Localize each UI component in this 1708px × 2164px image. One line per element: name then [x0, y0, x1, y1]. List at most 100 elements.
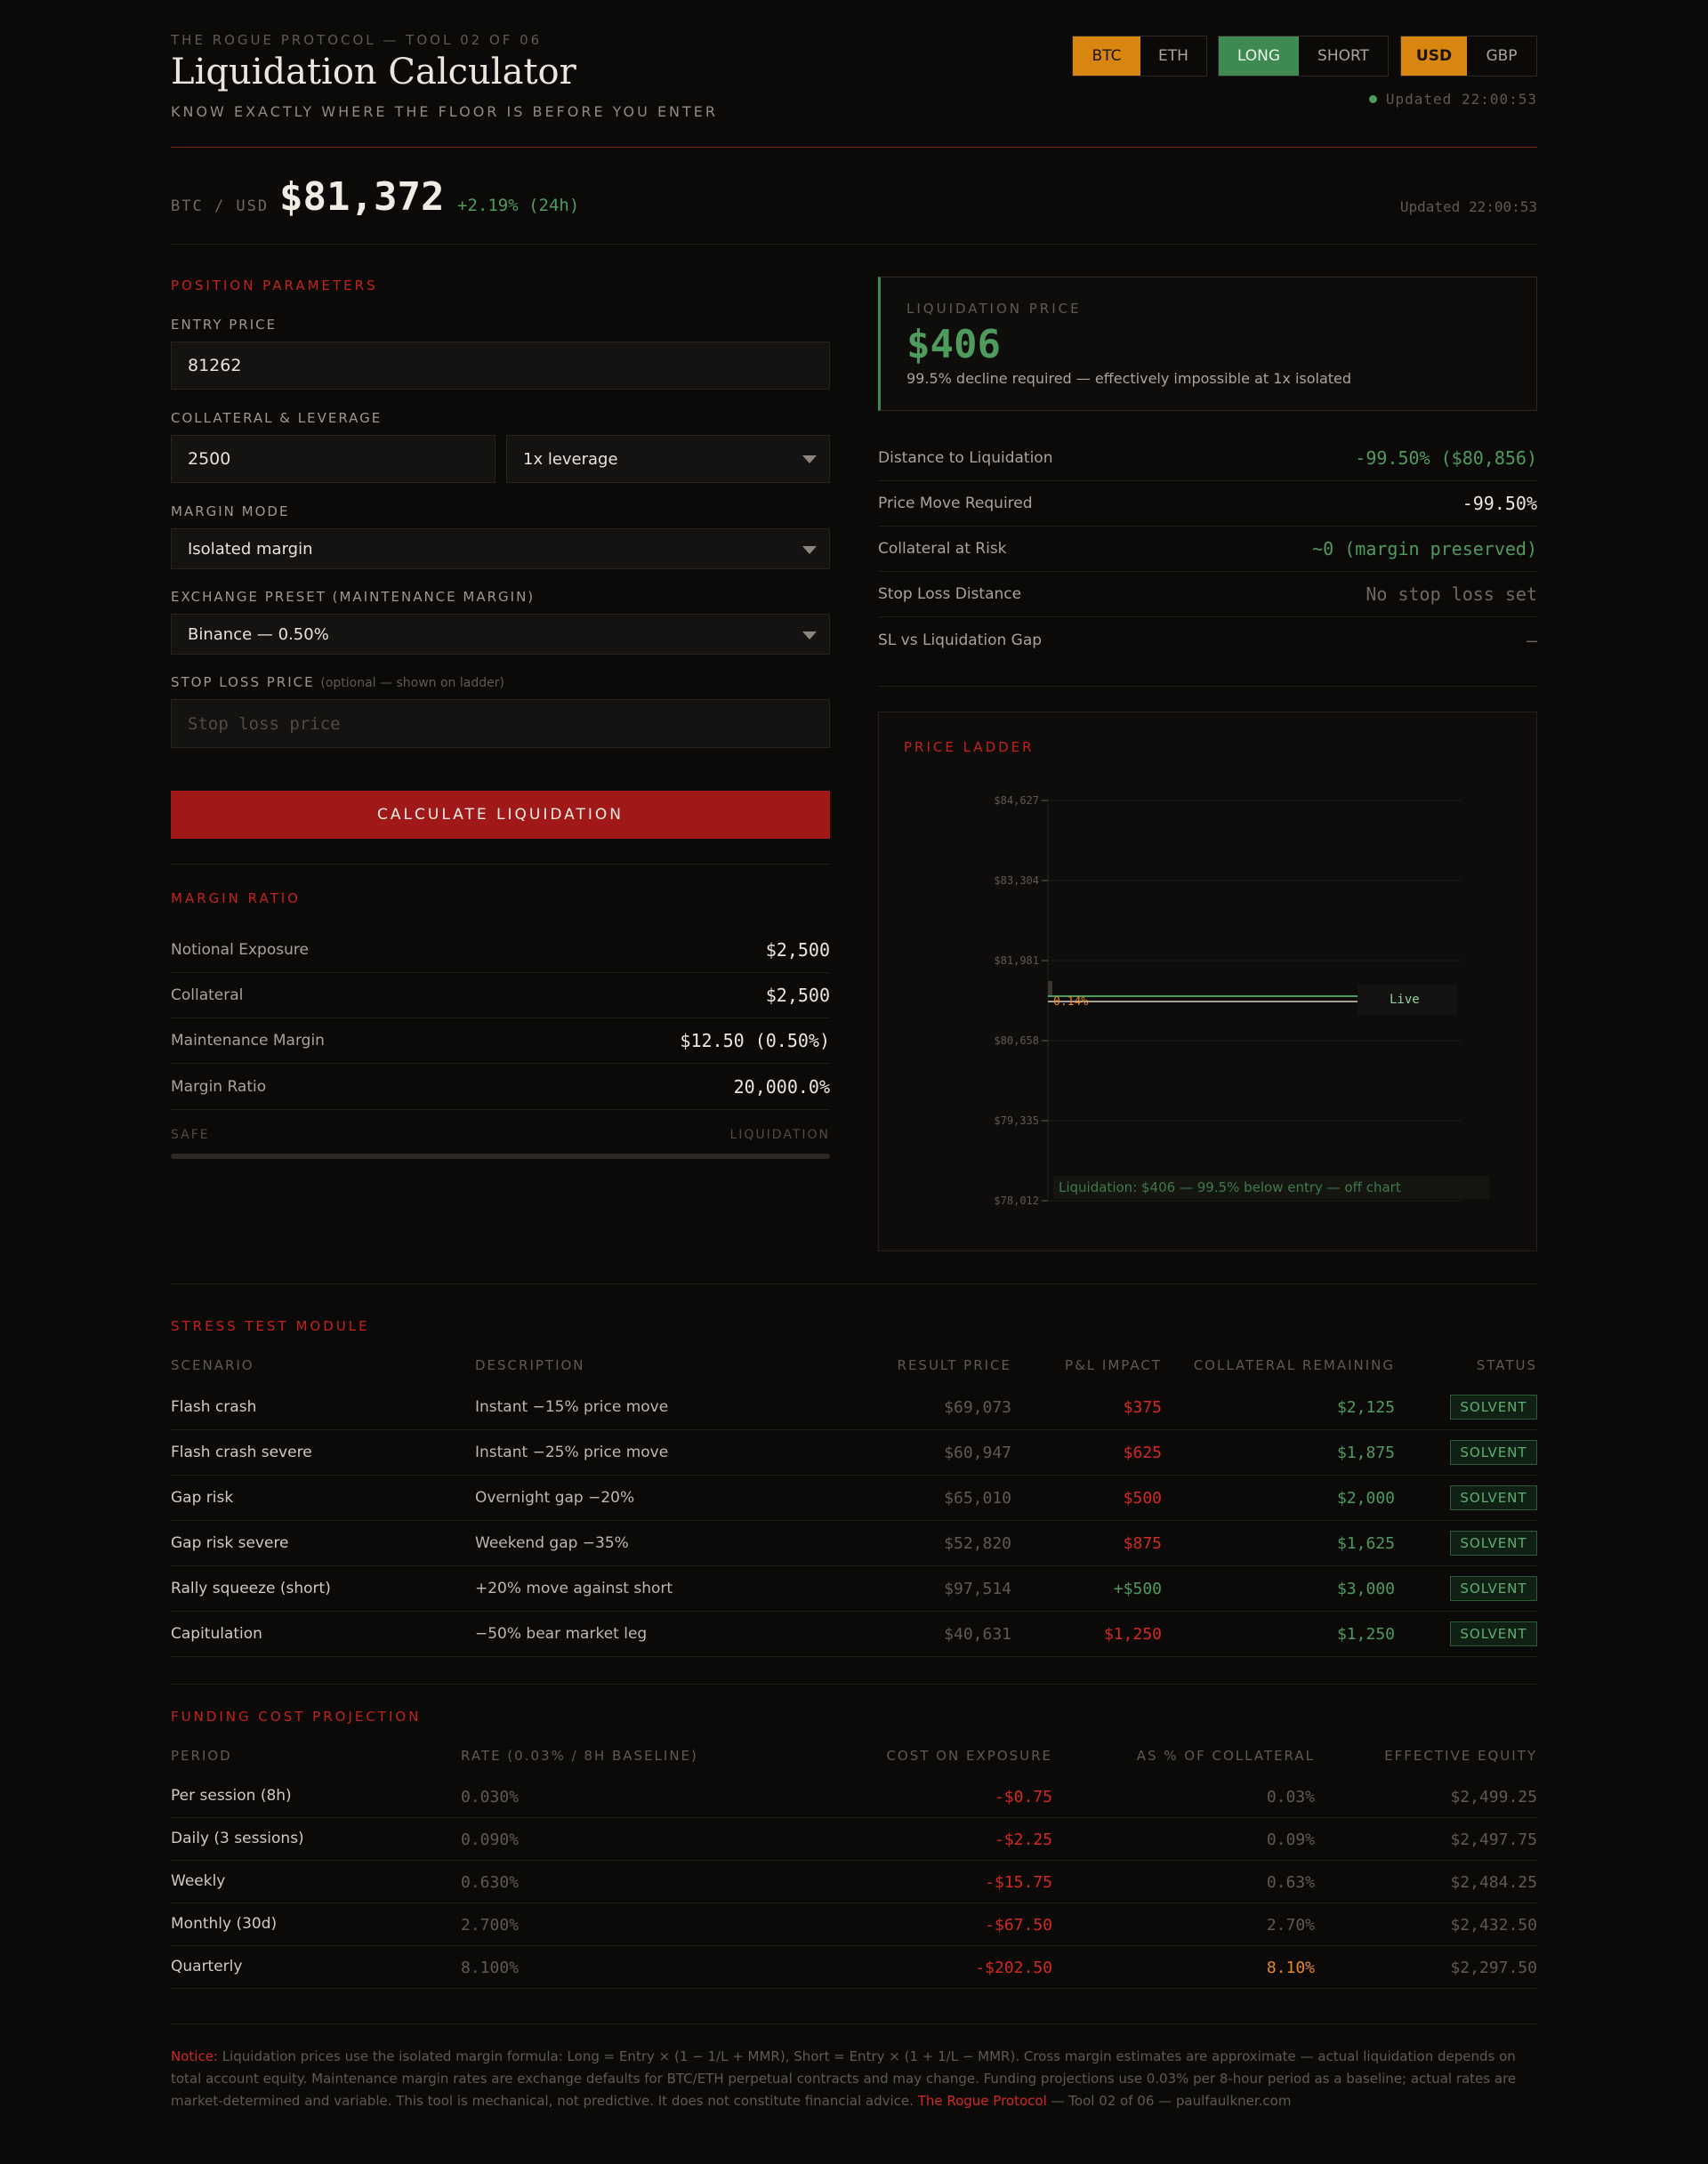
- section-margin-ratio: MARGIN RATIO: [171, 890, 301, 906]
- stress-description: Instant −15% price move: [475, 1398, 669, 1416]
- funding-row: Monthly (30d) 2.700% -$67.50 2.70% $2,43…: [171, 1903, 1537, 1946]
- stress-remaining: $2,125: [1336, 1398, 1395, 1417]
- stress-pnl: $375: [1123, 1398, 1162, 1417]
- stress-row: Flash crash severe Instant −25% price mo…: [171, 1430, 1537, 1476]
- stress-result-price: $60,947: [944, 1444, 1011, 1462]
- stress-pnl: $1,250: [1103, 1625, 1162, 1644]
- asset-btc-button[interactable]: BTC: [1073, 36, 1140, 76]
- divider: [171, 244, 1537, 245]
- margin-row-ratio: Margin Ratio 20,000.0%: [171, 1075, 830, 1098]
- entry-price-input[interactable]: 81262: [171, 342, 830, 390]
- leverage-select[interactable]: 1x leverage: [506, 435, 830, 483]
- ticker-pair: BTC / USD: [171, 197, 270, 215]
- stress-scenario: Flash crash severe: [171, 1444, 312, 1461]
- stress-description: +20% move against short: [475, 1580, 673, 1597]
- ladder-tick-label: $80,658: [994, 1034, 1039, 1047]
- stress-scenario: Rally squeeze (short): [171, 1580, 331, 1597]
- ticker-change: +2.19% (24h): [457, 196, 580, 215]
- stress-row: Rally squeeze (short) +20% move against …: [171, 1566, 1537, 1612]
- funding-cost: -$2.25: [994, 1830, 1052, 1849]
- funding-rate: 2.700%: [461, 1916, 520, 1935]
- funding-cost: -$15.75: [985, 1873, 1052, 1892]
- funding-cost: -$67.50: [985, 1916, 1052, 1935]
- ladder-entry-tag: 0.14%: [1053, 995, 1088, 1009]
- stress-description: Instant −25% price move: [475, 1444, 669, 1461]
- funding-pct: 8.10%: [1266, 1959, 1315, 1977]
- stress-header-status: STATUS: [1476, 1357, 1537, 1373]
- currency-usd-button[interactable]: USD: [1401, 36, 1467, 76]
- liq-row-stop-distance: Stop Loss Distance No stop loss set: [878, 572, 1537, 617]
- funding-header-pct: AS % OF COLLATERAL: [1136, 1748, 1315, 1764]
- status-badge: SOLVENT: [1450, 1531, 1537, 1556]
- stress-scenario: Gap risk: [171, 1489, 234, 1507]
- stress-remaining: $1,250: [1336, 1625, 1395, 1644]
- liquidation-price-card: LIQUIDATION PRICE $406 99.5% decline req…: [878, 277, 1537, 411]
- liquidation-price-label: LIQUIDATION PRICE: [906, 301, 1082, 317]
- funding-cost: -$202.50: [975, 1959, 1052, 1977]
- price-ladder-panel: PRICE LADDER $84,627 $83,304 $81,981 $80,65…: [878, 712, 1537, 1251]
- stop-loss-label: STOP LOSS PRICE (optional — shown on lad…: [171, 674, 504, 690]
- funding-header-period: PERIOD: [171, 1748, 232, 1764]
- liq-row-sl-gap: SL vs Liquidation Gap —: [878, 629, 1537, 651]
- ladder-tick-label: $83,304: [994, 874, 1039, 887]
- stress-pnl: $625: [1123, 1444, 1162, 1462]
- stress-header-description: DESCRIPTION: [475, 1357, 585, 1373]
- funding-equity: $2,499.25: [1450, 1788, 1537, 1806]
- legal-notice: Notice: Liquidation prices use the isola…: [171, 2048, 1517, 2109]
- funding-rate: 0.090%: [461, 1830, 520, 1849]
- margin-mode-label: MARGIN MODE: [171, 503, 290, 519]
- price-ladder-chart: $84,627 $83,304 $81,981 $80,658 $79,335 $78,0…: [994, 794, 1489, 1207]
- status-badge: SOLVENT: [1450, 1395, 1537, 1420]
- direction-toggle: LONG SHORT: [1218, 36, 1389, 76]
- funding-period: Quarterly: [171, 1958, 243, 1975]
- liquidation-price-desc: 99.5% decline required — effectively imp…: [906, 370, 1352, 387]
- funding-rate: 0.630%: [461, 1873, 520, 1892]
- margin-ratio-bar: [171, 1154, 830, 1159]
- status-badge: SOLVENT: [1450, 1485, 1537, 1510]
- stress-result-price: $52,820: [944, 1534, 1011, 1553]
- exchange-preset-select[interactable]: Binance — 0.50%: [171, 614, 830, 655]
- funding-equity: $2,484.25: [1450, 1873, 1537, 1892]
- stop-loss-input[interactable]: Stop loss price: [171, 699, 830, 748]
- stress-header-result: RESULT PRICE: [897, 1357, 1011, 1373]
- funding-pct: 0.03%: [1266, 1788, 1315, 1806]
- calculate-liquidation-button[interactable]: CALCULATE LIQUIDATION: [171, 791, 830, 839]
- status-badge: SOLVENT: [1450, 1621, 1537, 1646]
- divider: [171, 1283, 1537, 1284]
- margin-row-notional: Notional Exposure $2,500: [171, 928, 830, 973]
- entry-price-label: ENTRY PRICE: [171, 317, 278, 333]
- asset-eth-button[interactable]: ETH: [1140, 36, 1206, 76]
- stress-result-price: $97,514: [944, 1580, 1011, 1598]
- stress-header-scenario: SCENARIO: [171, 1357, 254, 1373]
- funding-period: Weekly: [171, 1872, 226, 1890]
- brand-link[interactable]: The Rogue Protocol: [918, 2093, 1047, 2109]
- funding-period: Monthly (30d): [171, 1915, 278, 1933]
- funding-pct: 0.63%: [1266, 1873, 1315, 1892]
- exchange-preset-label: EXCHANGE PRESET (MAINTENANCE MARGIN): [171, 589, 536, 605]
- currency-gbp-button[interactable]: GBP: [1467, 36, 1536, 76]
- page-subtitle: KNOW EXACTLY WHERE THE FLOOR IS BEFORE Y…: [171, 103, 719, 120]
- funding-header-equity: EFFECTIVE EQUITY: [1384, 1748, 1537, 1764]
- direction-long-button[interactable]: LONG: [1219, 36, 1299, 76]
- liq-row-move: Price Move Required -99.50%: [878, 481, 1537, 527]
- stress-result-price: $65,010: [944, 1489, 1011, 1508]
- direction-short-button[interactable]: SHORT: [1299, 36, 1388, 76]
- section-position-parameters: POSITION PARAMETERS: [171, 278, 378, 294]
- divider: [878, 686, 1537, 687]
- stress-pnl: $500: [1123, 1489, 1162, 1508]
- liq-row-distance: Distance to Liquidation -99.50% ($80,856): [878, 436, 1537, 481]
- margin-mode-select[interactable]: Isolated margin: [171, 528, 830, 569]
- divider: [171, 1684, 1537, 1685]
- funding-equity: $2,432.50: [1450, 1916, 1537, 1935]
- ticker-updated: Updated 22:00:53: [1399, 198, 1537, 215]
- stress-header-remaining: COLLATERAL REMAINING: [1193, 1357, 1395, 1373]
- stress-description: Overnight gap −20%: [475, 1489, 635, 1507]
- funding-period: Daily (3 sessions): [171, 1830, 304, 1847]
- liq-row-collateral-risk: Collateral at Risk ~0 (margin preserved): [878, 527, 1537, 572]
- collateral-input[interactable]: 2500: [171, 435, 495, 483]
- liquidation-price-value: $406: [906, 322, 1001, 367]
- ladder-tick-label: $78,012: [994, 1195, 1039, 1207]
- ladder-tick-label: $81,981: [994, 954, 1039, 967]
- divider: [171, 864, 830, 865]
- stress-remaining: $1,875: [1336, 1444, 1395, 1462]
